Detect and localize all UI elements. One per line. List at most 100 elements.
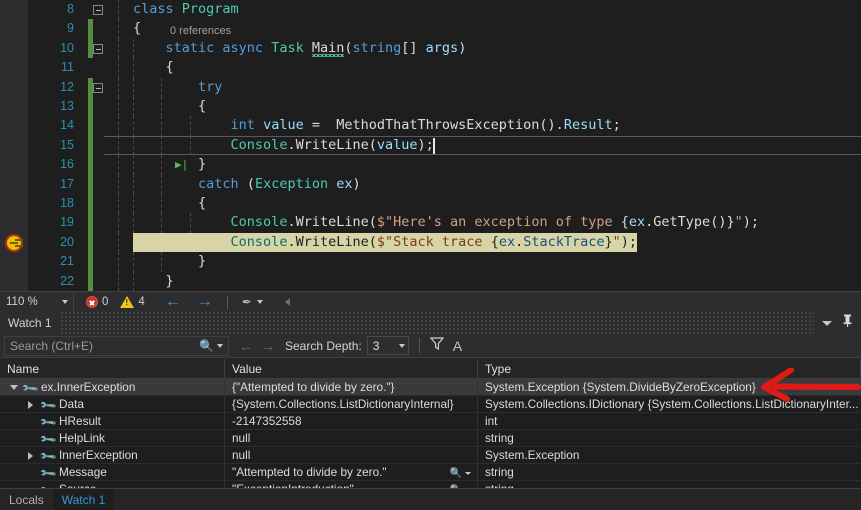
filter-icon[interactable] xyxy=(429,336,444,355)
table-row[interactable]: 🔧 InnerException null System.Exception xyxy=(0,447,861,464)
watch-grid-header[interactable]: Name Value Type xyxy=(0,359,861,379)
text-format-icon[interactable]: A xyxy=(453,338,462,354)
collapse-region-toggle[interactable] xyxy=(93,43,103,54)
expander-closed-icon[interactable] xyxy=(28,401,33,409)
watch-row-name-cell[interactable]: 🔧 Message xyxy=(0,464,225,480)
watch-row-name-cell[interactable]: 🔧 HelpLink xyxy=(0,430,225,446)
watch-row-name-cell[interactable]: 🔧 ex.InnerException xyxy=(0,379,225,395)
watch-row-name-cell[interactable]: 🔧 InnerException xyxy=(0,447,225,463)
search-icon[interactable]: 🔍 xyxy=(199,339,214,353)
watch-row-name-cell[interactable]: 🔧 HResult xyxy=(0,413,225,429)
brush-chevron-down-icon[interactable] xyxy=(256,300,263,304)
column-header-name[interactable]: Name xyxy=(0,359,225,378)
collapse-region-toggle[interactable] xyxy=(93,82,103,93)
code-line[interactable]: 19 Console.WriteLine($"Here's an excepti… xyxy=(0,213,861,233)
code-text[interactable]: { xyxy=(133,19,141,38)
column-header-value[interactable]: Value xyxy=(225,359,478,378)
code-text[interactable]: static async Task Main(string[] args) xyxy=(133,39,466,58)
watch-row-type-cell[interactable]: System.Exception xyxy=(478,447,861,463)
table-row[interactable]: 🔧 Data {System.Collections.ListDictionaryI… xyxy=(0,396,861,413)
code-text[interactable]: Console.WriteLine($"Stack trace {ex.Stac… xyxy=(133,232,638,253)
code-line[interactable]: 14 int value = MethodThatThrowsException… xyxy=(0,116,861,136)
tab-watch-1[interactable]: Watch 1 xyxy=(52,488,115,510)
code-line[interactable]: 17 catch (Exception ex) xyxy=(0,174,861,194)
format-brush-icon[interactable]: ✒ xyxy=(242,295,252,309)
code-line[interactable]: 21 } xyxy=(0,252,861,272)
watch-row-value: "Attempted to divide by zero." xyxy=(232,465,387,479)
error-count-indicator[interactable]: 0 xyxy=(86,296,108,308)
scroll-left-icon[interactable] xyxy=(284,298,290,306)
titlebar-drag-dots[interactable] xyxy=(59,312,814,334)
watch-grid-body[interactable]: 🔧 ex.InnerException {"Attempted to divide … xyxy=(0,379,861,498)
watch-row-type-cell[interactable]: System.Exception {System.DivideByZeroExc… xyxy=(478,379,861,395)
navigate-forward-button[interactable]: → xyxy=(197,294,213,310)
code-text[interactable]: int value = MethodThatThrowsException().… xyxy=(133,116,621,135)
watch-row-value-cell[interactable]: null xyxy=(225,447,478,463)
code-line[interactable]: 8 class Program xyxy=(0,0,861,20)
warning-count-label: 4 xyxy=(138,296,145,308)
code-text[interactable]: } xyxy=(133,155,206,174)
watch-row-name: InnerException xyxy=(59,448,138,462)
warning-count-indicator[interactable]: 4 xyxy=(120,296,145,308)
code-line[interactable]: 20 Console.WriteLine($"Stack trace {ex.S… xyxy=(0,232,861,253)
code-text[interactable]: try xyxy=(133,78,222,97)
table-row[interactable]: 🔧 HelpLink null string xyxy=(0,430,861,447)
watch-row-type-cell[interactable]: int xyxy=(478,413,861,429)
search-previous-button[interactable]: ← xyxy=(239,338,253,354)
watch-grid[interactable]: Name Value Type 🔧 ex.InnerException {"Attemp… xyxy=(0,359,861,499)
line-number: 22 xyxy=(60,273,74,288)
pin-icon[interactable] xyxy=(842,314,853,332)
code-line[interactable]: 22 } xyxy=(0,271,861,291)
editor-status-bar[interactable]: 110 % 0 4 ← → ✒ xyxy=(0,291,861,313)
code-text[interactable]: catch (Exception ex) xyxy=(133,175,361,194)
column-header-type[interactable]: Type xyxy=(478,359,861,378)
code-line[interactable]: 9{ xyxy=(0,19,861,39)
table-row[interactable]: 🔧 HResult -2147352558 int xyxy=(0,413,861,430)
watch-row-value-cell[interactable]: "Attempted to divide by zero." 🔍 xyxy=(225,464,478,480)
chevron-down-icon[interactable] xyxy=(822,320,832,326)
code-text[interactable]: { xyxy=(133,97,206,116)
text-visualizer-icon[interactable]: 🔍 xyxy=(450,465,471,480)
search-box[interactable]: 🔍 xyxy=(4,335,229,356)
watch-row-value-cell[interactable]: {System.Collections.ListDictionaryIntern… xyxy=(225,396,478,412)
watch-title-bar[interactable]: Watch 1 xyxy=(0,312,861,334)
table-row[interactable]: 🔧 Message "Attempted to divide by zero." 🔍 s… xyxy=(0,464,861,481)
navigate-backward-button[interactable]: ← xyxy=(165,294,181,310)
code-line[interactable]: 11 { xyxy=(0,58,861,78)
code-text[interactable]: class Program xyxy=(133,0,239,19)
code-line[interactable]: 12 try xyxy=(0,77,861,97)
watch-row-value-cell[interactable]: -2147352558 xyxy=(225,413,478,429)
code-text[interactable]: } xyxy=(133,272,174,291)
watch-row-name-cell[interactable]: 🔧 Data xyxy=(0,396,225,412)
table-row[interactable]: 🔧 ex.InnerException {"Attempted to divide … xyxy=(0,379,861,396)
code-editor[interactable]: 8 class Program 9{10 0 references static as… xyxy=(0,0,861,291)
tab-locals[interactable]: Locals xyxy=(0,489,53,510)
search-depth-dropdown[interactable]: 3 xyxy=(366,336,409,355)
search-next-button[interactable]: → xyxy=(261,338,275,354)
code-text[interactable]: } xyxy=(133,252,206,271)
search-input[interactable] xyxy=(5,338,200,353)
watch-row-type-cell[interactable]: System.Collections.IDictionary {System.C… xyxy=(478,396,861,412)
code-line[interactable]: 13 { xyxy=(0,97,861,117)
watch-row-value-cell[interactable]: {"Attempted to divide by zero."} xyxy=(225,379,478,395)
code-text[interactable]: Console.WriteLine($"Here's an exception … xyxy=(133,213,759,232)
code-line[interactable]: 16 ▶| } xyxy=(0,155,861,175)
search-options-chevron-down-icon[interactable] xyxy=(217,343,223,348)
code-text[interactable]: Console.WriteLine(value); xyxy=(133,136,434,155)
zoom-level-dropdown[interactable]: 110 % xyxy=(0,291,74,313)
watch-row-type-cell[interactable]: string xyxy=(478,430,861,446)
code-token: Exception xyxy=(254,175,329,192)
property-wrench-icon: 🔧 xyxy=(21,380,40,395)
collapse-region-toggle[interactable] xyxy=(93,5,103,15)
expander-open-icon[interactable] xyxy=(10,385,18,390)
code-text[interactable]: { xyxy=(133,194,206,213)
watch-toolbar[interactable]: 🔍 ← → Search Depth: 3 A xyxy=(0,334,861,358)
code-line[interactable]: 18 { xyxy=(0,194,861,214)
expander-closed-icon[interactable] xyxy=(28,452,33,460)
debug-panel-tabs[interactable]: Locals Watch 1 xyxy=(0,488,861,510)
code-line[interactable]: 15 Console.WriteLine(value); xyxy=(0,135,861,156)
watch-row-type-cell[interactable]: string xyxy=(478,464,861,480)
watch-row-value-cell[interactable]: null xyxy=(225,430,478,446)
code-line[interactable]: 10 0 references static async Task Main(st… xyxy=(0,25,861,59)
code-text[interactable]: { xyxy=(133,58,174,77)
